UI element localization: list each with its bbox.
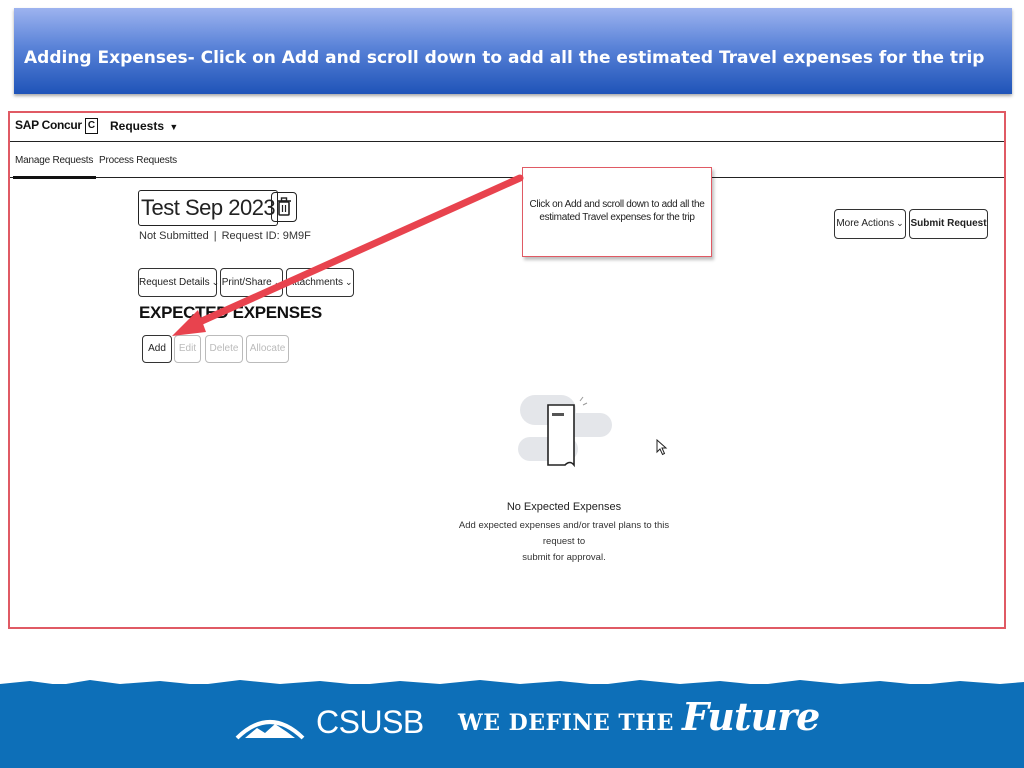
- more-actions-label: More Actions: [836, 218, 895, 229]
- caret-down-icon: ▼: [169, 122, 179, 132]
- print-share-dropdown[interactable]: Print/Share ⌄: [220, 268, 283, 297]
- empty-state-illustration: [514, 391, 616, 475]
- logo-mark: C: [84, 118, 98, 134]
- requests-menu-label: Requests: [110, 119, 165, 133]
- chevron-down-icon: ⌄: [211, 277, 220, 287]
- print-share-label: Print/Share: [221, 277, 272, 288]
- empty-state-description: Add expected expenses and/or travel plan…: [444, 518, 684, 566]
- add-expense-button[interactable]: Add: [142, 335, 172, 363]
- request-meta: Not Submitted | Request ID: 9M9F: [139, 230, 311, 242]
- instruction-callout: Click on Add and scroll down to add all …: [522, 167, 712, 257]
- request-details-label: Request Details: [139, 277, 210, 288]
- chevron-down-icon: ⌄: [273, 277, 282, 287]
- app-logo[interactable]: SAP Concur C: [15, 118, 98, 134]
- requests-menu[interactable]: Requests ▼: [110, 119, 178, 133]
- request-id: Request ID: 9M9F: [221, 230, 311, 242]
- logo-text: SAP Concur: [15, 118, 82, 133]
- tab-process-requests[interactable]: Process Requests: [99, 155, 177, 166]
- empty-state-line1: Add expected expenses and/or travel plan…: [458, 520, 670, 547]
- more-actions-button[interactable]: More Actions ⌄: [834, 209, 906, 239]
- callout-line2: estimated Travel expenses for the trip: [539, 212, 695, 223]
- allocate-expense-button[interactable]: Allocate: [246, 335, 289, 363]
- callout-line1: Click on Add and scroll down to add all …: [529, 199, 705, 210]
- trash-icon: [277, 197, 291, 216]
- concur-screenshot: SAP Concur C Requests ▼ Manage Requests P…: [8, 111, 1006, 629]
- tab-manage-requests[interactable]: Manage Requests: [12, 155, 97, 179]
- delete-request-button[interactable]: [271, 192, 297, 222]
- mouse-cursor-icon: [656, 439, 668, 456]
- footer-tagline: WE DEFINE THE: [458, 710, 674, 736]
- empty-state-title: No Expected Expenses: [506, 501, 622, 513]
- callout-text: Click on Add and scroll down to add all …: [527, 198, 707, 224]
- status-text: Not Submitted: [139, 230, 209, 242]
- submit-request-button[interactable]: Submit Request: [909, 209, 988, 239]
- delete-expense-button[interactable]: Delete: [205, 335, 243, 363]
- slide-header: Adding Expenses- Click on Add and scroll…: [14, 8, 1012, 94]
- sub-navigation: Manage Requests Process Requests: [10, 142, 1004, 179]
- empty-state-line2: submit for approval.: [522, 552, 606, 563]
- attachments-dropdown[interactable]: Attachments ⌄: [286, 268, 354, 297]
- document-icon: [518, 395, 612, 468]
- top-navbar: SAP Concur C Requests ▼: [10, 113, 1004, 142]
- attachments-label: Attachments: [287, 277, 344, 288]
- slide-title: Adding Expenses- Click on Add and scroll…: [24, 48, 985, 68]
- csusb-mountain-logo-icon: [235, 720, 305, 740]
- request-name-field[interactable]: Test Sep 2023: [138, 190, 279, 226]
- footer-brand: CSUSB: [316, 704, 424, 740]
- chevron-down-icon: ⌄: [345, 277, 353, 287]
- edit-expense-button[interactable]: Edit: [174, 335, 201, 363]
- expected-expenses-heading: EXPECTED EXPENSES: [139, 303, 322, 322]
- request-details-dropdown[interactable]: Request Details ⌄: [138, 268, 220, 297]
- meta-separator: |: [213, 230, 217, 242]
- footer-tagline-script: Future: [682, 694, 820, 739]
- chevron-down-icon: ⌄: [896, 218, 904, 228]
